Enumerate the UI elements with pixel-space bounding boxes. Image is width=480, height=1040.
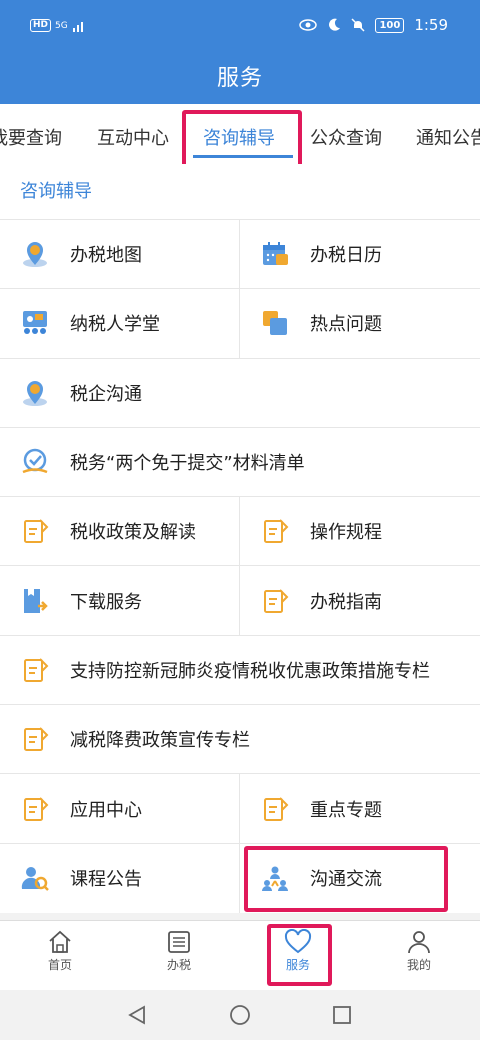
network-type: 5G	[55, 20, 68, 31]
item-label: 办税日历	[310, 245, 382, 267]
user-search-icon	[21, 867, 49, 892]
item-tax-guide[interactable]: 办税指南	[240, 566, 480, 634]
document-edit-icon	[20, 516, 50, 546]
item-tax-enterprise-communication[interactable]: 税企沟通	[0, 359, 480, 427]
item-label: 重点专题	[310, 799, 382, 821]
moon-icon	[329, 18, 341, 31]
item-label: 下载服务	[70, 591, 142, 613]
item-tax-map[interactable]: 办税地图	[0, 220, 240, 289]
nav-label: 办税	[166, 958, 191, 972]
check-hand-icon	[22, 448, 48, 474]
home-circle-icon[interactable]	[229, 1004, 251, 1026]
item-label: 税收政策及解读	[70, 522, 196, 544]
item-label: 操作规程	[310, 522, 382, 544]
highlight-box-tab	[182, 110, 302, 170]
service-grid: 办税地图 办税日历 纳税人学堂 热点问题 税企沟通 税务“两个免于提交”材料清单	[0, 220, 480, 913]
nav-tax[interactable]: 办税	[149, 929, 209, 973]
system-nav-bar	[0, 990, 480, 1040]
document-edit-icon	[20, 794, 50, 824]
item-label: 纳税人学堂	[70, 314, 160, 336]
item-key-topics[interactable]: 重点专题	[240, 774, 480, 842]
tab-interaction-center[interactable]: 互动中心	[97, 124, 169, 150]
nav-label: 首页	[47, 958, 72, 972]
person-icon	[408, 931, 430, 954]
hot-questions-icon	[263, 311, 287, 336]
document-edit-icon	[20, 655, 50, 685]
download-doc-icon	[24, 588, 48, 613]
highlight-box-service-nav	[267, 924, 332, 986]
map-pin-tax-icon	[20, 378, 50, 408]
battery-indicator: 100	[375, 17, 405, 33]
nav-home[interactable]: 首页	[30, 929, 90, 973]
status-bar: HD 5G 100 1:59	[0, 0, 480, 50]
section-title: 咨询辅导	[0, 164, 480, 220]
tab-query[interactable]: 我要查询	[0, 124, 62, 150]
back-icon[interactable]	[126, 1004, 148, 1026]
item-label: 课程公告	[70, 869, 142, 891]
item-label: 热点问题	[310, 314, 382, 336]
item-taxpayer-school[interactable]: 纳税人学堂	[0, 289, 240, 358]
item-download-service[interactable]: 下载服务	[0, 566, 240, 635]
map-pin-tax-icon	[20, 239, 50, 269]
clock: 1:59	[414, 16, 448, 34]
item-app-center[interactable]: 应用中心	[0, 774, 240, 843]
signal-icon	[72, 21, 83, 32]
calendar-tax-icon	[263, 242, 288, 266]
document-edit-icon	[260, 516, 290, 546]
hd-badge: HD	[30, 19, 52, 32]
eye-icon	[299, 19, 318, 31]
app-header: HD 5G 100 1:59 服务	[0, 0, 480, 104]
item-label: 支持防控新冠肺炎疫情税收优惠政策措施专栏	[70, 660, 430, 682]
item-label: 办税指南	[310, 591, 382, 613]
highlight-box-communication	[244, 846, 448, 912]
page-title: 服务	[216, 66, 263, 91]
classroom-icon	[23, 311, 47, 335]
recents-icon[interactable]	[331, 1004, 353, 1026]
item-course-notices[interactable]: 课程公告	[0, 843, 240, 913]
item-operating-procedures[interactable]: 操作规程	[240, 497, 480, 565]
list-icon	[168, 931, 190, 953]
document-edit-icon	[260, 586, 290, 616]
item-label: 税务“两个免于提交”材料清单	[70, 453, 305, 475]
item-tax-calendar[interactable]: 办税日历	[240, 220, 480, 288]
item-label: 税企沟通	[70, 383, 142, 405]
document-edit-icon	[20, 724, 50, 754]
nav-mine[interactable]: 我的	[389, 929, 449, 973]
document-edit-icon	[260, 794, 290, 824]
item-tax-reduction-column[interactable]: 减税降费政策宣传专栏	[0, 705, 480, 773]
tab-notices[interactable]: 通知公告	[416, 124, 480, 150]
nav-label: 我的	[406, 958, 431, 972]
item-tax-policy[interactable]: 税收政策及解读	[0, 497, 240, 566]
item-label: 办税地图	[70, 245, 142, 267]
mute-bell-icon	[351, 18, 365, 32]
item-hot-questions[interactable]: 热点问题	[240, 289, 480, 357]
tab-public-query[interactable]: 公众查询	[310, 124, 382, 150]
item-label: 应用中心	[70, 799, 142, 821]
item-exempt-materials-list[interactable]: 税务“两个免于提交”材料清单	[0, 428, 480, 496]
item-label: 减税降费政策宣传专栏	[70, 730, 250, 752]
home-icon	[49, 930, 71, 953]
item-covid-tax-relief-column[interactable]: 支持防控新冠肺炎疫情税收优惠政策措施专栏	[0, 636, 480, 704]
bottom-nav: 首页 办税 服务 我的	[0, 920, 480, 990]
